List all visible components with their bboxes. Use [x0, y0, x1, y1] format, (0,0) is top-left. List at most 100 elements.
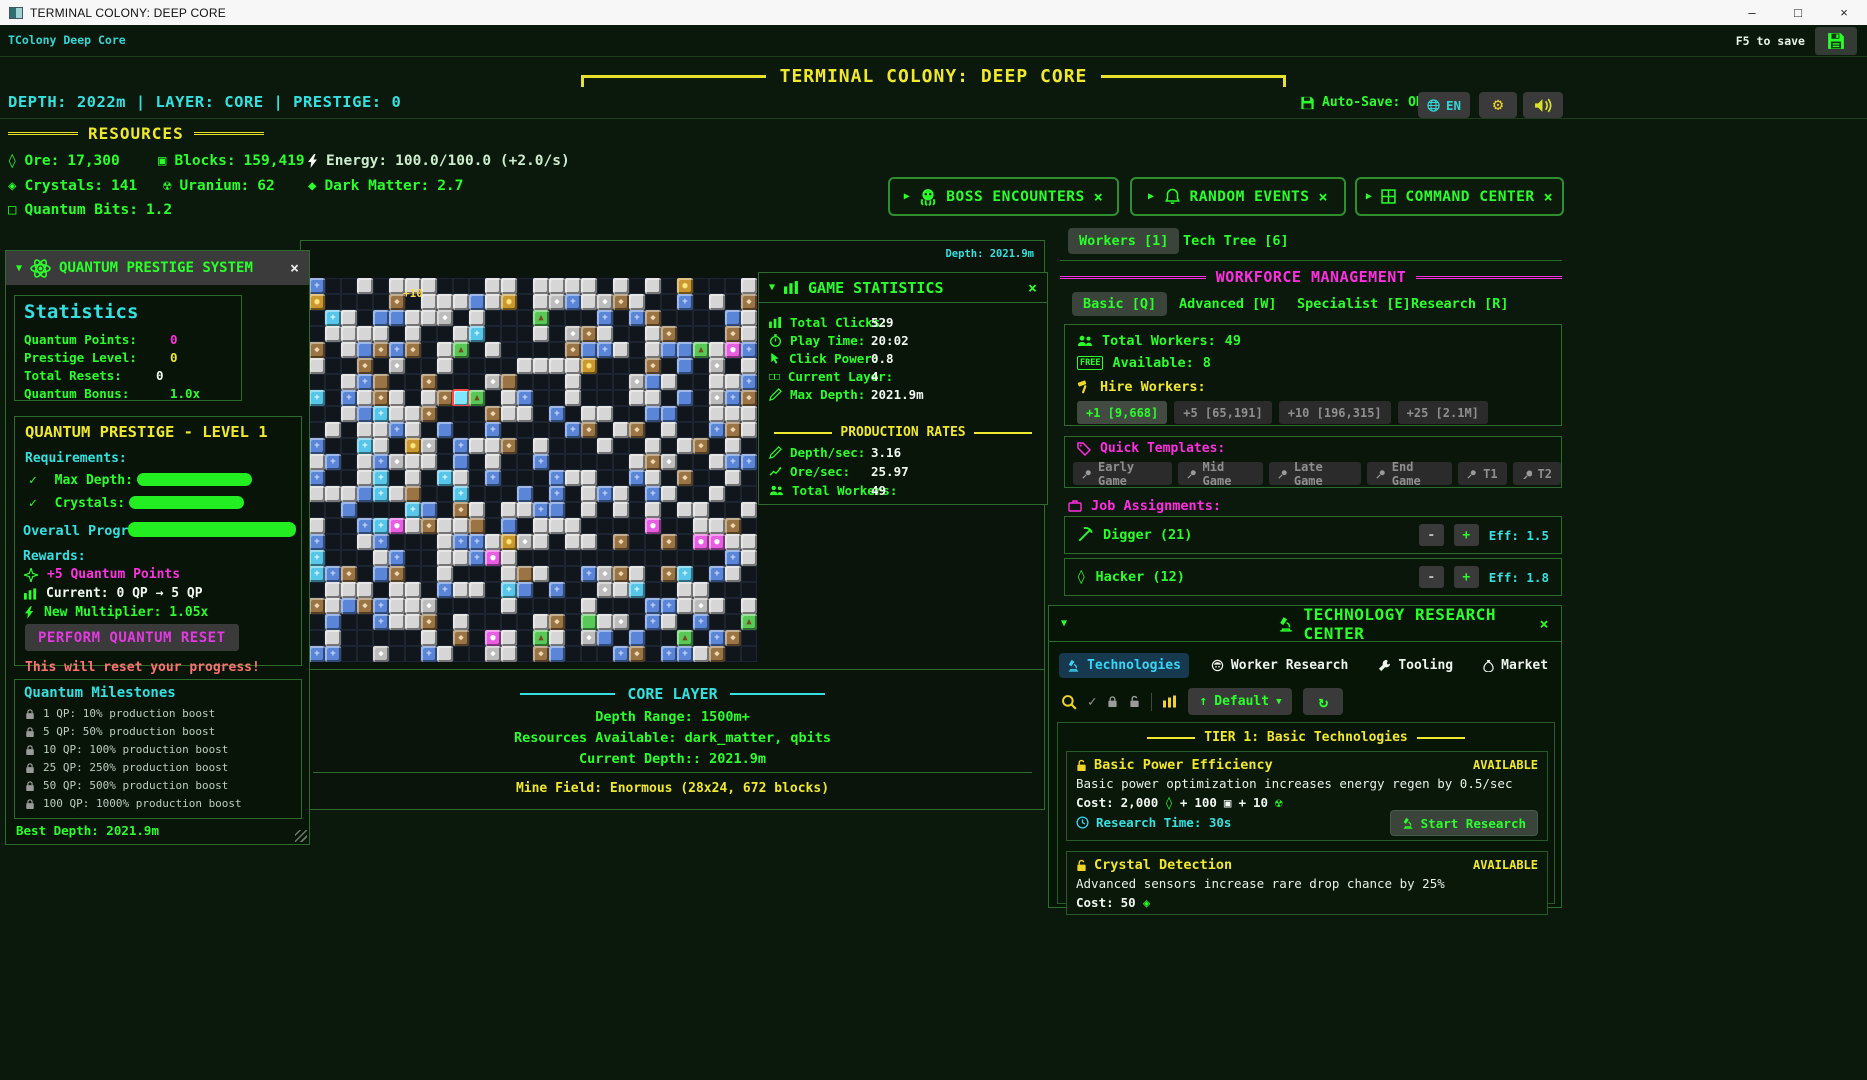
mine-cell[interactable] [533, 358, 549, 374]
language-button[interactable]: EN [1418, 92, 1470, 118]
mine-cell[interactable]: ◆ [725, 518, 741, 534]
mine-cell[interactable] [357, 550, 373, 566]
mine-cell[interactable] [661, 438, 677, 454]
mine-cell[interactable]: + [309, 534, 325, 550]
mine-cell[interactable] [549, 630, 565, 646]
mine-cell[interactable] [629, 502, 645, 518]
mine-cell[interactable] [389, 390, 405, 406]
mine-cell[interactable] [357, 294, 373, 310]
close-icon[interactable]: × [1539, 615, 1549, 633]
mine-cell[interactable] [485, 454, 501, 470]
mine-cell[interactable] [725, 278, 741, 294]
mine-cell[interactable] [485, 518, 501, 534]
mine-cell[interactable] [389, 438, 405, 454]
perform-quantum-reset-button[interactable]: PERFORM QUANTUM RESET [25, 624, 239, 651]
mine-cell[interactable] [677, 358, 693, 374]
mine-cell[interactable] [421, 502, 437, 518]
mine-cell[interactable] [453, 326, 469, 342]
mine-cell[interactable] [405, 470, 421, 486]
mine-cell[interactable] [549, 566, 565, 582]
mine-cell[interactable] [341, 470, 357, 486]
mine-cell[interactable] [533, 374, 549, 390]
mine-cell[interactable]: + [325, 310, 341, 326]
collapse-icon[interactable]: ▼ [16, 263, 22, 274]
mine-cell[interactable]: ● [309, 294, 325, 310]
mine-cell[interactable]: + [309, 550, 325, 566]
mine-cell[interactable]: + [373, 470, 389, 486]
template-mid-game-button[interactable]: Mid Game [1178, 462, 1263, 485]
check-filter-icon[interactable]: ✓ [1088, 694, 1096, 710]
mine-cell[interactable] [741, 422, 757, 438]
mine-cell[interactable] [613, 582, 629, 598]
mine-cell[interactable] [485, 598, 501, 614]
mine-cell[interactable] [469, 614, 485, 630]
mine-cell[interactable]: ◆ [389, 454, 405, 470]
mine-cell[interactable] [437, 422, 453, 438]
mine-cell[interactable] [453, 390, 469, 406]
mine-cell[interactable] [581, 310, 597, 326]
mine-cell[interactable] [597, 374, 613, 390]
mine-cell[interactable]: ◆ [725, 422, 741, 438]
mine-cell[interactable] [501, 406, 517, 422]
mine-cell[interactable] [565, 534, 581, 550]
mine-cell[interactable]: ◆ [613, 534, 629, 550]
mine-cell[interactable] [549, 422, 565, 438]
mine-cell[interactable] [693, 294, 709, 310]
mine-cell[interactable]: + [309, 390, 325, 406]
mine-cell[interactable] [501, 518, 517, 534]
save-button[interactable] [1815, 27, 1857, 55]
mine-cell[interactable]: + [309, 566, 325, 582]
mine-cell[interactable] [309, 582, 325, 598]
mine-cell[interactable] [581, 470, 597, 486]
mine-cell[interactable] [533, 550, 549, 566]
mine-cell[interactable] [549, 390, 565, 406]
mine-cell[interactable] [325, 422, 341, 438]
mine-cell[interactable] [469, 566, 485, 582]
mine-cell[interactable] [357, 630, 373, 646]
mine-cell[interactable] [469, 438, 485, 454]
mine-cell[interactable] [597, 502, 613, 518]
mine-cell[interactable] [597, 438, 613, 454]
mine-cell[interactable] [693, 630, 709, 646]
mine-cell[interactable] [581, 374, 597, 390]
mine-cell[interactable] [565, 470, 581, 486]
bar-chart-icon[interactable] [1163, 695, 1177, 708]
mine-cell[interactable] [485, 342, 501, 358]
mine-cell[interactable]: + [389, 422, 405, 438]
mine-cell[interactable] [405, 630, 421, 646]
mine-cell[interactable] [677, 438, 693, 454]
mine-cell[interactable] [501, 486, 517, 502]
mine-cell[interactable] [437, 518, 453, 534]
sound-button[interactable] [1523, 92, 1563, 118]
mine-cell[interactable] [661, 614, 677, 630]
mine-cell[interactable] [693, 582, 709, 598]
mine-cell[interactable]: ◆ [693, 438, 709, 454]
mine-cell[interactable] [629, 390, 645, 406]
mine-cell[interactable] [565, 582, 581, 598]
mine-cell[interactable] [501, 646, 517, 662]
mine-cell[interactable]: ◆ [373, 646, 389, 662]
mine-cell[interactable] [693, 278, 709, 294]
mine-cell[interactable] [693, 566, 709, 582]
mine-cell[interactable] [741, 646, 757, 662]
mine-cell[interactable] [325, 470, 341, 486]
mine-cell[interactable]: + [357, 438, 373, 454]
mine-cell[interactable] [693, 550, 709, 566]
mine-cell[interactable]: ● [677, 278, 693, 294]
mine-cell[interactable]: ◆ [661, 454, 677, 470]
mine-cell[interactable]: + [645, 614, 661, 630]
mine-cell[interactable] [501, 278, 517, 294]
mine-cell[interactable] [725, 294, 741, 310]
mine-cell[interactable]: ◆ [485, 374, 501, 390]
mine-cell[interactable]: ▲ [741, 614, 757, 630]
mine-cell[interactable] [453, 310, 469, 326]
mine-cell[interactable] [725, 582, 741, 598]
mine-cell[interactable] [437, 566, 453, 582]
mine-cell[interactable]: + [341, 390, 357, 406]
mine-cell[interactable] [453, 374, 469, 390]
mine-cell[interactable] [341, 646, 357, 662]
mine-cell[interactable] [693, 470, 709, 486]
collapse-icon[interactable]: ▼ [1061, 618, 1068, 629]
mine-cell[interactable] [389, 582, 405, 598]
mine-cell[interactable]: ◆ [597, 582, 613, 598]
